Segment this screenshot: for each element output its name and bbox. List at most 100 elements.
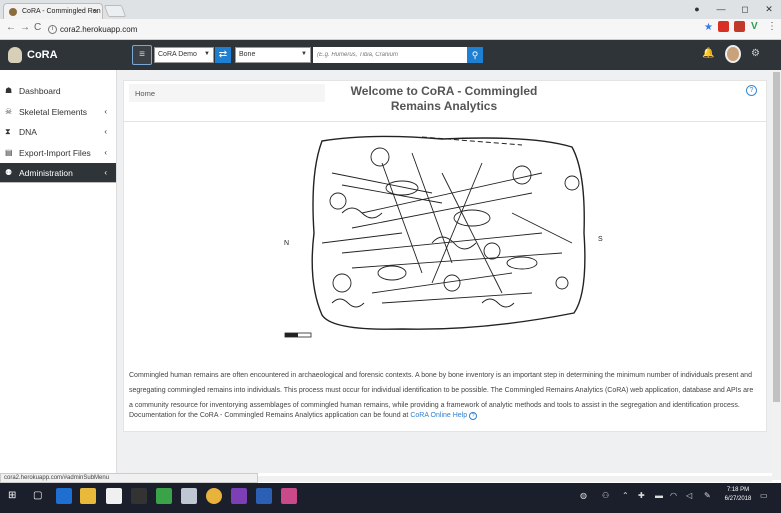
profile-icon[interactable]: ● xyxy=(685,0,709,19)
sidebar-item-label: Administration xyxy=(19,168,73,178)
browser-status-bar: cora2.herokuapp.com/#adminSubMenu xyxy=(0,473,258,483)
browser-tab[interactable]: CoRA - Commingled Ren × xyxy=(3,3,103,19)
skull-icon: ☠ xyxy=(5,107,13,116)
cogs-icon[interactable]: ⚙ xyxy=(751,48,760,59)
task-view-icon[interactable]: ▢ xyxy=(33,490,42,501)
menu-dots-icon[interactable]: ⋮ xyxy=(767,21,777,32)
search-button[interactable]: ⚲ xyxy=(467,47,483,63)
swap-button[interactable]: ⇄ xyxy=(215,47,231,63)
map-label-right: S xyxy=(598,236,603,243)
dashboard-icon: ☗ xyxy=(5,86,13,95)
visual-studio-icon[interactable] xyxy=(231,488,247,504)
pdf-extension-icon[interactable] xyxy=(734,21,745,32)
battery-icon[interactable]: ▬ xyxy=(655,491,663,500)
minimize-button[interactable]: — xyxy=(709,0,733,19)
vue-extension-icon[interactable]: V xyxy=(751,21,758,32)
url-text: cora2.herokuapp.com xyxy=(60,25,138,34)
caret-down-icon: ▼ xyxy=(301,51,307,57)
browser-toolbar: ← → C i cora2.herokuapp.com ★ V ⋮ xyxy=(0,19,781,40)
window-controls: ● — ◻ ✕ xyxy=(685,0,781,19)
online-help-link[interactable]: CoRA Online Help xyxy=(410,412,467,419)
search-input[interactable] xyxy=(313,47,467,63)
intro-paragraph: Commingled human remains are often encou… xyxy=(129,372,754,409)
type-select[interactable]: Bone ▼ xyxy=(235,47,311,63)
adblock-extension-icon[interactable] xyxy=(718,21,729,32)
sidebar-item-dna[interactable]: ⧗ DNA ‹ xyxy=(0,122,116,142)
word-icon[interactable] xyxy=(256,488,272,504)
map-label-left: N xyxy=(284,240,289,247)
chevron-left-icon: ‹ xyxy=(104,148,107,157)
dna-icon: ⧗ xyxy=(5,127,11,136)
store-icon[interactable] xyxy=(106,488,122,504)
vertical-scroll-thumb[interactable] xyxy=(773,72,780,402)
sidebar: ☗ Dashboard ☠ Skeletal Elements ‹ ⧗ DNA ‹ ▤ Ex… xyxy=(0,70,117,473)
sidebar-item-label: Export-Import Files xyxy=(19,148,91,158)
clock-time: 7:18 PM xyxy=(726,487,750,493)
page-title-line2: Remains Analytics xyxy=(390,99,498,113)
reload-icon[interactable]: C xyxy=(34,22,41,33)
bookmark-star-icon[interactable]: ★ xyxy=(704,22,713,33)
page-title-line1: Welcome to CoRA - Commingled xyxy=(350,84,538,98)
brand-name: CoRA xyxy=(27,49,58,61)
chevron-left-icon: ‹ xyxy=(104,107,107,116)
panel-divider xyxy=(123,121,767,122)
documentation-line: Documentation for the CoRA - Commingled … xyxy=(129,412,729,420)
sidebar-item-dashboard[interactable]: ☗ Dashboard xyxy=(0,81,116,101)
users-icon: ⚉ xyxy=(5,168,13,177)
app-icon-pink[interactable] xyxy=(281,488,297,504)
tab-close-icon[interactable]: × xyxy=(93,7,98,16)
help-tray-icon[interactable]: ◍ xyxy=(580,491,587,500)
favicon-icon xyxy=(9,8,17,16)
app-icon-gray[interactable] xyxy=(181,488,197,504)
burial-excavation-drawing: N S xyxy=(284,135,603,338)
help-circle-icon[interactable]: ? xyxy=(469,412,478,420)
project-select[interactable]: CoRA Demo ▼ xyxy=(154,47,214,63)
files-icon: ▤ xyxy=(5,148,13,157)
breadcrumb: Home xyxy=(129,84,325,102)
skull-logo-icon xyxy=(8,47,22,63)
help-icon[interactable]: ? xyxy=(746,85,757,96)
chevron-left-icon: ‹ xyxy=(104,127,107,136)
bell-icon[interactable]: 🔔 xyxy=(702,48,714,59)
project-select-value: CoRA Demo xyxy=(158,51,197,58)
forward-icon[interactable]: → xyxy=(20,22,30,33)
maximize-button[interactable]: ◻ xyxy=(733,0,757,19)
sidebar-item-skeletal-elements[interactable]: ☠ Skeletal Elements ‹ xyxy=(0,102,116,122)
taskbar-clock[interactable]: 7:18 PM 6/27/2018 xyxy=(723,486,753,504)
amazon-icon[interactable] xyxy=(131,488,147,504)
tray-chevron-icon[interactable]: ⌃ xyxy=(622,491,629,500)
sidebar-item-label: Dashboard xyxy=(19,86,61,96)
address-bar[interactable]: i cora2.herokuapp.com xyxy=(48,22,778,37)
documentation-text: Documentation for the CoRA - Commingled … xyxy=(129,412,411,419)
wifi-icon[interactable]: ◠ xyxy=(670,491,677,500)
brand[interactable]: CoRA xyxy=(8,46,58,64)
search-icon: ⚲ xyxy=(471,50,479,60)
notifications-icon[interactable]: ▭ xyxy=(760,491,768,500)
new-tab-button[interactable] xyxy=(103,5,127,17)
sidebar-item-administration[interactable]: ⚉ Administration ‹ xyxy=(0,163,116,183)
edge-icon[interactable] xyxy=(56,488,72,504)
sidebar-item-label: DNA xyxy=(19,127,37,137)
tab-title: CoRA - Commingled Ren xyxy=(22,8,101,15)
clock-date: 6/27/2018 xyxy=(724,496,752,502)
avatar[interactable] xyxy=(725,45,741,63)
app-icon-green[interactable] xyxy=(156,488,172,504)
sidebar-item-export-import[interactable]: ▤ Export-Import Files ‹ xyxy=(0,143,116,163)
caret-down-icon: ▼ xyxy=(204,51,210,57)
breadcrumb-home[interactable]: Home xyxy=(135,89,155,98)
menu-toggle-button[interactable]: ≡ xyxy=(132,45,152,65)
pen-icon[interactable]: ✎ xyxy=(704,491,711,500)
people-icon[interactable]: ⚇ xyxy=(602,491,609,500)
sidebar-divider xyxy=(0,182,116,183)
close-window-button[interactable]: ✕ xyxy=(757,0,781,19)
back-icon[interactable]: ← xyxy=(6,22,16,33)
page-title: Welcome to CoRA - Commingled Remains Anal… xyxy=(330,84,558,114)
windows-start-icon[interactable]: ⊞ xyxy=(8,490,16,501)
chrome-icon[interactable] xyxy=(206,488,222,504)
file-explorer-icon[interactable] xyxy=(80,488,96,504)
type-select-value: Bone xyxy=(239,51,256,58)
info-icon: i xyxy=(48,25,57,35)
gift-icon[interactable]: ✚ xyxy=(638,491,645,500)
sidebar-item-label: Skeletal Elements xyxy=(19,107,88,117)
volume-icon[interactable]: ◁ xyxy=(686,491,692,500)
